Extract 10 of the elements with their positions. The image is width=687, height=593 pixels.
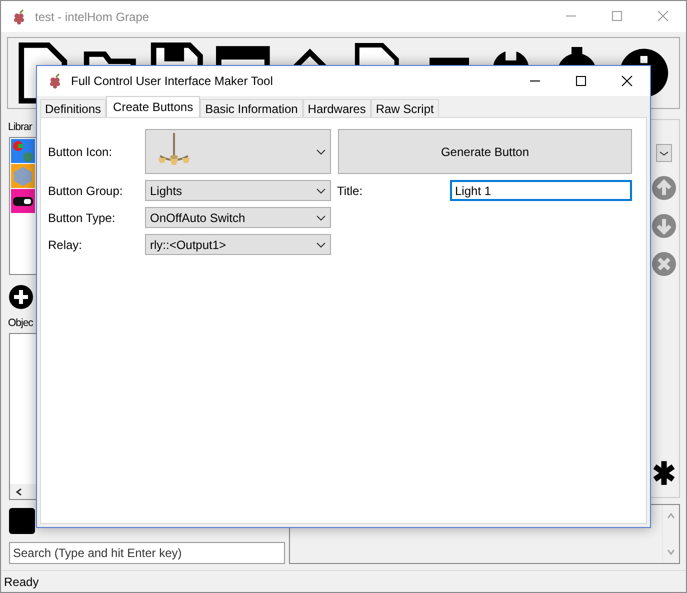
- field-label: Relay:: [48, 238, 84, 252]
- dialog-title: Full Control User Interface Maker Tool: [71, 74, 274, 88]
- objects-label: Objec: [8, 317, 33, 331]
- field-label: Button Type:: [48, 210, 116, 224]
- field-label: Button Icon:: [48, 144, 114, 158]
- window-title: test - intelHom Grape: [35, 10, 150, 24]
- field-label: Title:: [336, 184, 364, 198]
- status-text: Ready: [4, 574, 39, 588]
- field-label: Button Group:: [48, 184, 124, 198]
- library-label: Librar: [8, 121, 32, 135]
